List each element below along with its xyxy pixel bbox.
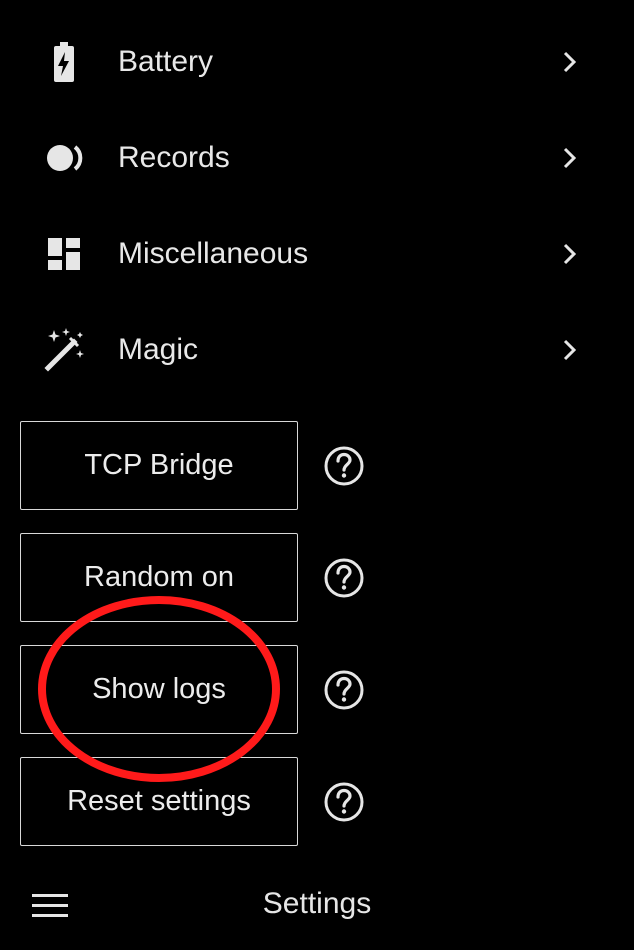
random-on-button[interactable]: Random on [20,533,298,622]
chevron-right-icon [563,339,577,361]
chevron-right-icon [563,51,577,73]
menu-item-label: Magic [118,333,199,366]
help-icon[interactable] [322,780,366,824]
battery-charging-icon [54,42,74,82]
bottom-bar: Settings [0,862,634,950]
tcp-bridge-button[interactable]: TCP Bridge [20,421,298,510]
dashboard-icon [48,238,80,270]
menu-item-miscellaneous[interactable]: Miscellaneous [0,206,634,302]
menu-item-records[interactable]: Records [0,110,634,206]
menu-item-magic[interactable]: Magic [0,302,634,398]
records-icon [47,145,83,171]
help-icon[interactable] [322,556,366,600]
menu-item-label: Battery [118,45,214,78]
page-title: Settings [262,887,372,920]
show-logs-button[interactable]: Show logs [20,645,298,734]
reset-settings-button[interactable]: Reset settings [20,757,298,846]
help-icon[interactable] [322,668,366,712]
menu-item-label: Miscellaneous [118,237,309,270]
menu-item-label: Records [118,141,230,174]
menu-item-battery[interactable]: Battery [0,14,634,110]
menu-icon[interactable] [30,890,70,922]
chevron-right-icon [563,147,577,169]
magic-wand-icon [44,328,84,372]
chevron-right-icon [563,243,577,265]
help-icon[interactable] [322,444,366,488]
